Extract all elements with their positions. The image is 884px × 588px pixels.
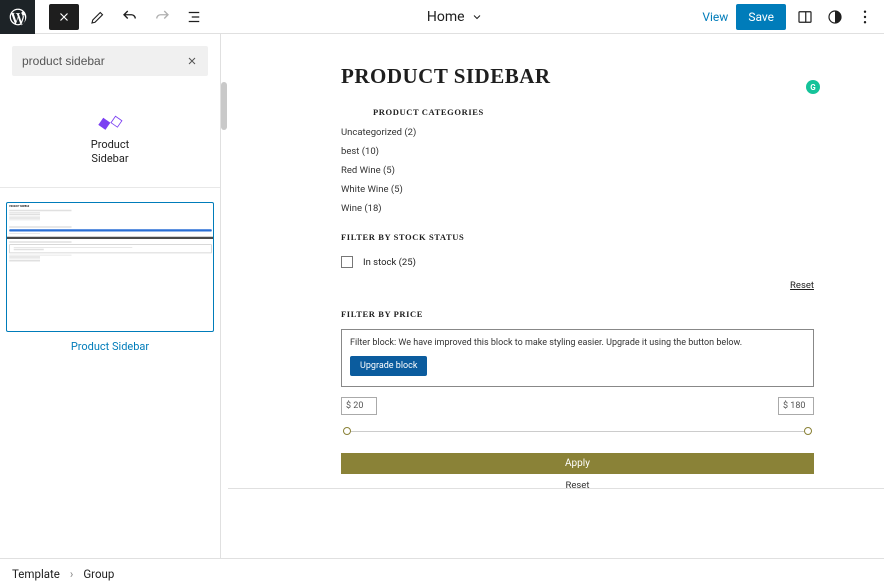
grammarly-icon[interactable]: G (806, 80, 820, 94)
category-item[interactable]: Red Wine (5) (341, 165, 814, 176)
view-link[interactable]: View (702, 10, 728, 24)
inserter-panel: ◆◇ ProductSidebar PRODUCT SIDEBAR (0, 34, 221, 558)
upgrade-notice: Filter block: We have improved this bloc… (341, 329, 814, 387)
edit-icon[interactable] (85, 4, 111, 30)
price-min-input[interactable]: $ 20 (341, 397, 377, 415)
block-search[interactable] (12, 46, 208, 76)
undo-icon[interactable] (117, 4, 143, 30)
wordpress-logo[interactable] (0, 0, 35, 34)
toolbar-right: View Save (702, 4, 884, 30)
toolbar-left (0, 0, 207, 33)
close-button[interactable] (49, 4, 79, 30)
price-reset-link[interactable]: Reset (341, 480, 814, 491)
slider-handle-max[interactable] (804, 427, 812, 435)
categories-heading: PRODUCT CATEGORIES (373, 107, 814, 117)
breadcrumb-bar: Template › Group (0, 558, 884, 588)
upgrade-block-button[interactable]: Upgrade block (350, 356, 427, 376)
section-divider (0, 187, 220, 188)
price-slider[interactable] (343, 429, 812, 435)
editor-canvas[interactable]: PRODUCT SIDEBAR G PRODUCT CATEGORIES Unc… (221, 34, 884, 558)
breadcrumb-root[interactable]: Template (12, 567, 60, 581)
category-item[interactable]: best (10) (341, 146, 814, 157)
document-switcher[interactable]: Home (207, 9, 702, 25)
slider-track (343, 431, 812, 432)
categories-list: Uncategorized (2) best (10) Red Wine (5)… (341, 127, 814, 214)
block-search-input[interactable] (22, 54, 182, 68)
product-sidebar-block-icon: ◆◇ (0, 114, 220, 130)
category-item[interactable]: Uncategorized (2) (341, 127, 814, 138)
category-item[interactable]: Wine (18) (341, 203, 814, 214)
redo-icon[interactable] (149, 4, 175, 30)
notice-text: Filter block: We have improved this bloc… (350, 338, 805, 348)
slider-handle-min[interactable] (343, 427, 351, 435)
stock-heading: FILTER BY STOCK STATUS (341, 232, 814, 242)
breadcrumb-separator: › (70, 567, 73, 581)
price-heading: FILTER BY PRICE (341, 309, 814, 319)
pattern-card[interactable]: PRODUCT SIDEBAR (6, 202, 214, 353)
styles-icon[interactable] (824, 6, 846, 28)
price-inputs: $ 20 $ 180 (341, 397, 814, 415)
in-stock-label: In stock (25) (363, 257, 416, 268)
document-label: Home (427, 9, 465, 25)
block-result[interactable]: ◆◇ ProductSidebar (0, 88, 220, 181)
stock-reset-link[interactable]: Reset (341, 280, 814, 291)
more-menu-icon[interactable] (854, 6, 876, 28)
sidebar-toggle-icon[interactable] (794, 6, 816, 28)
save-button[interactable]: Save (736, 4, 786, 30)
apply-button[interactable]: Apply (341, 453, 814, 474)
category-item[interactable]: White Wine (5) (341, 184, 814, 195)
in-stock-checkbox[interactable] (341, 256, 353, 268)
breadcrumb-child[interactable]: Group (83, 567, 114, 581)
price-max-input[interactable]: $ 180 (778, 397, 814, 415)
page-title: PRODUCT SIDEBAR (341, 64, 814, 89)
stock-filter-row: In stock (25) (341, 256, 814, 268)
pattern-thumbnail: PRODUCT SIDEBAR (6, 202, 214, 332)
main-region: ◆◇ ProductSidebar PRODUCT SIDEBAR (0, 34, 884, 558)
list-view-icon[interactable] (181, 4, 207, 30)
canvas-bottom-border (228, 488, 884, 489)
clear-search-icon[interactable] (186, 55, 198, 67)
block-result-label: ProductSidebar (0, 138, 220, 167)
pattern-label: Product Sidebar (6, 340, 214, 353)
top-toolbar: Home View Save (0, 0, 884, 34)
chevron-down-icon (471, 11, 483, 23)
